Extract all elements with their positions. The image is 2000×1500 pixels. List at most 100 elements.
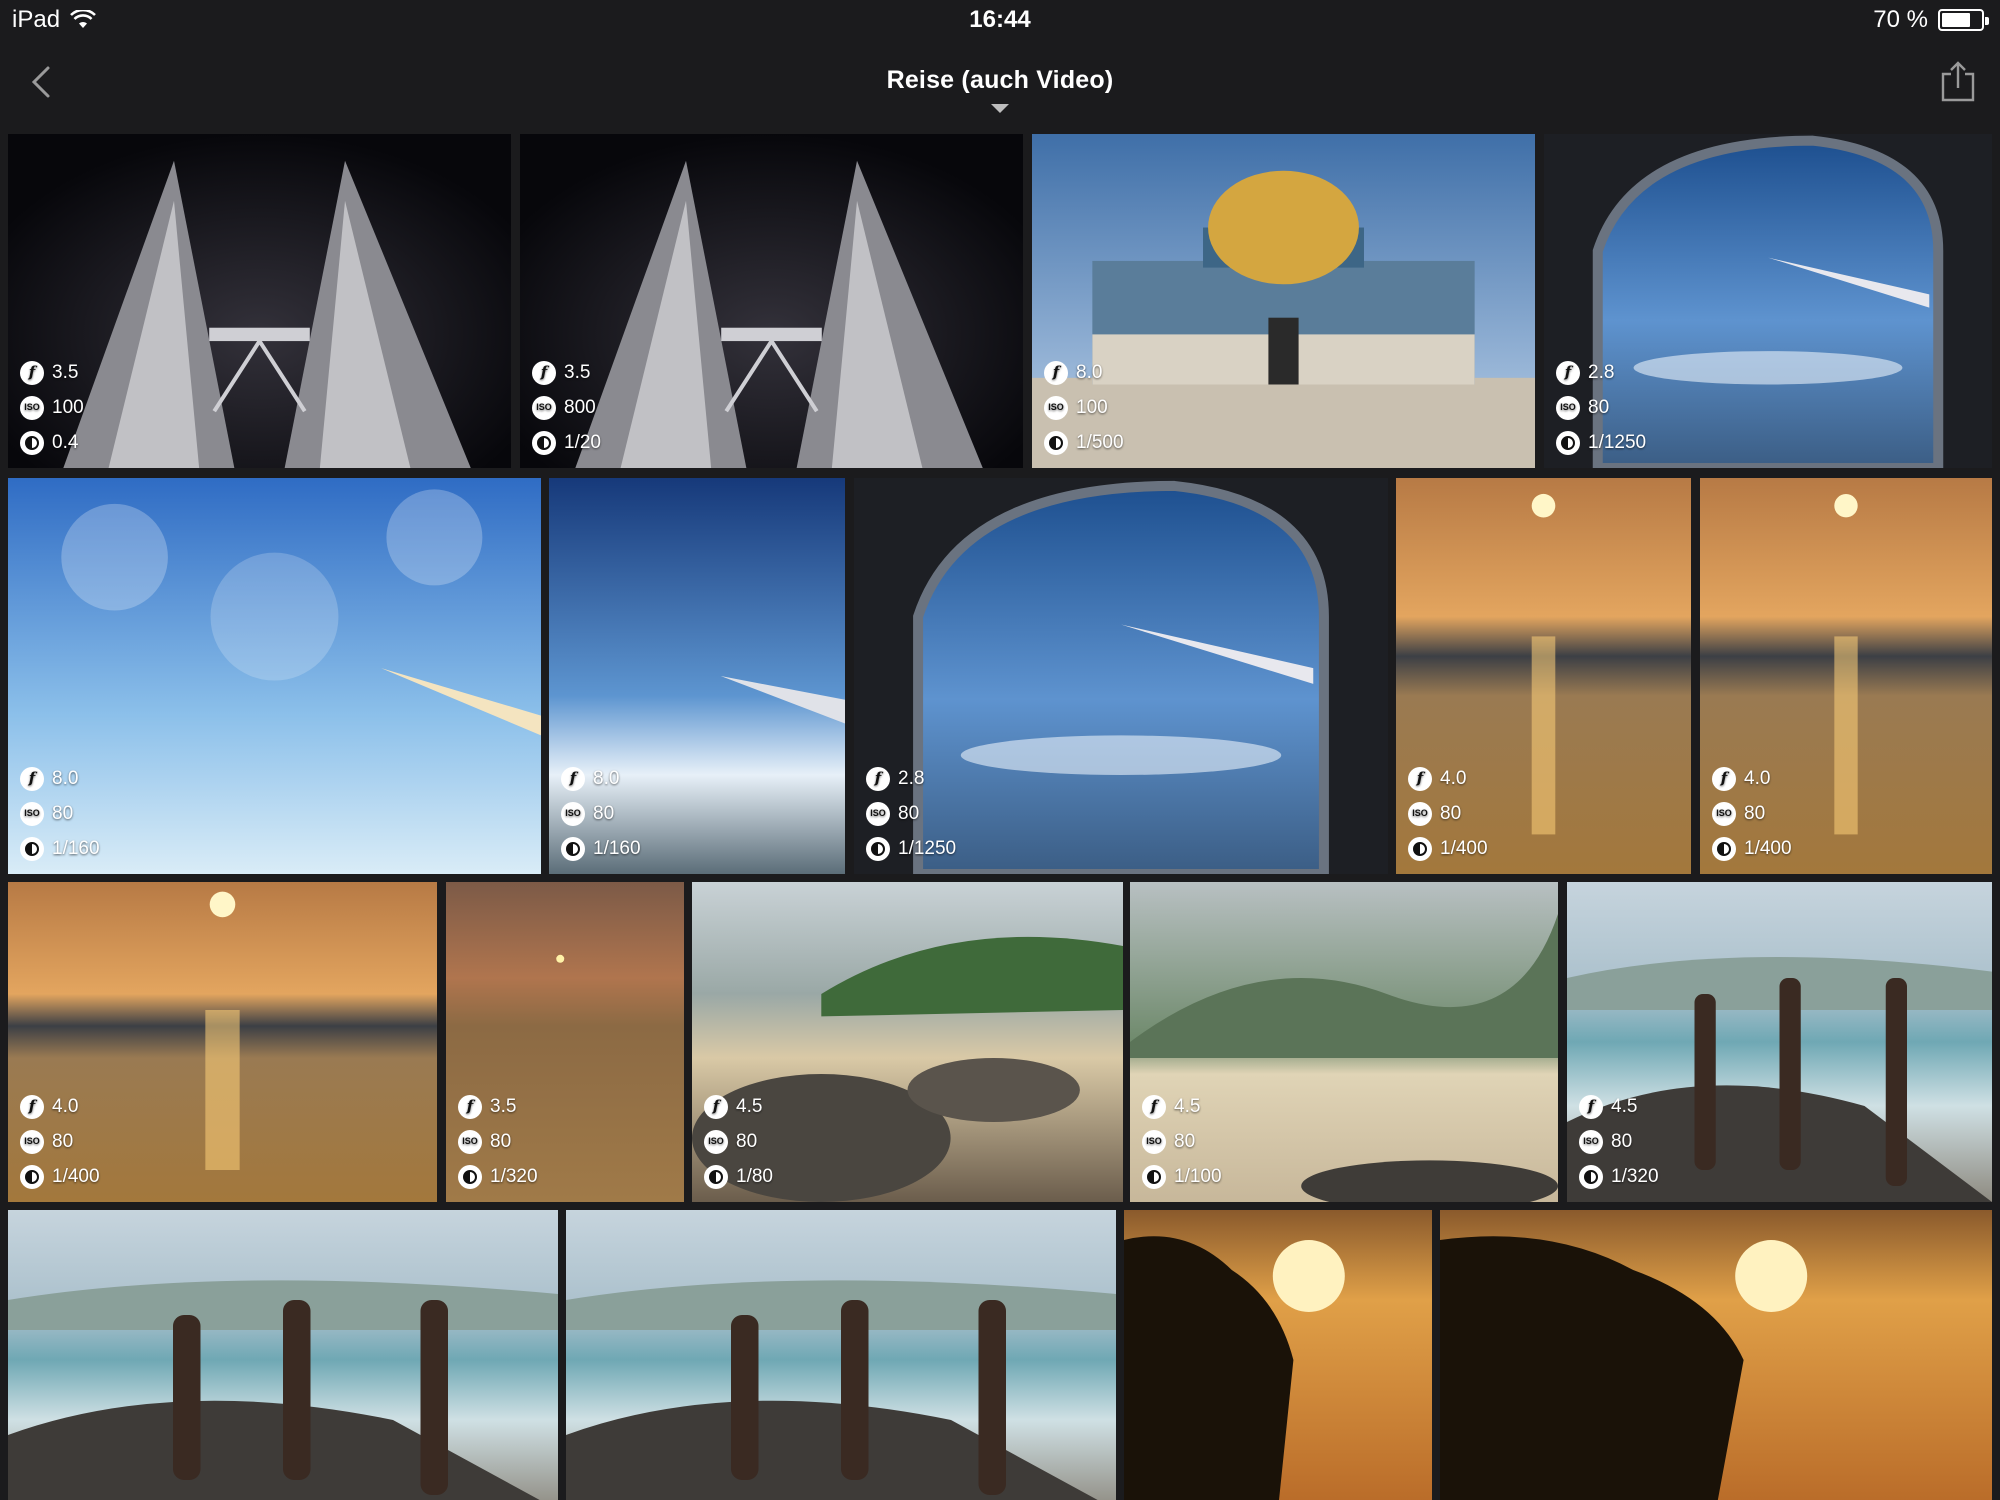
aperture-icon: f [1579,1094,1603,1119]
exif-overlay: f 4.0 ISO 80 1/400 [1712,761,1792,866]
aperture-row: f 4.5 [1579,1089,1659,1124]
shutter-row: 1/1250 [866,831,956,866]
aperture-icon: f [866,766,890,791]
aperture-value: 4.0 [1744,768,1771,789]
shutter-row: 1/500 [1044,425,1124,460]
iso-value: 80 [593,803,615,824]
shutter-icon [704,1164,728,1189]
photo-tile[interactable]: f 2.8 ISO 80 1/1250 [854,478,1388,874]
iso-row: ISO 80 [561,796,641,831]
photo-tile[interactable]: f 4.5 ISO 80 1/80 [692,882,1123,1202]
aperture-row: f 3.5 [20,355,84,390]
aperture-row: f 4.0 [20,1089,100,1124]
aperture-row: f 8.0 [1044,355,1124,390]
photo-tile[interactable]: f 4.5 ISO 80 1/100 [1130,882,1558,1202]
aperture-row: f 2.8 [1556,355,1646,390]
photo-tile[interactable]: f 8.0 ISO 80 1/160 [8,478,541,874]
iso-row: ISO 800 [532,390,601,425]
shutter-value: 1/320 [490,1166,538,1187]
iso-value: 800 [564,397,596,418]
aperture-value: 4.5 [1174,1096,1201,1117]
photo-tile[interactable]: f 3.5 ISO 800 1/20 [520,134,1023,468]
photo-tile[interactable]: f 3.5 ISO 80 1/320 [446,882,684,1202]
shutter-row: 1/320 [458,1159,538,1194]
photo-tile[interactable]: f 4.5 ISO 80 1/320 [1567,882,1992,1202]
iso-value: 80 [1588,397,1610,418]
shutter-value: 0.4 [52,432,79,453]
iso-icon: ISO [458,1129,482,1154]
shutter-value: 1/80 [736,1166,773,1187]
shutter-icon [20,430,44,455]
aperture-row: f 4.0 [1408,761,1488,796]
photo-tile[interactable]: f 2.8 ISO 80 1/1250 [1544,134,1992,468]
aperture-icon: f [532,360,556,385]
shutter-icon [866,836,890,861]
iso-row: ISO 80 [20,796,100,831]
battery-fill [1942,13,1970,27]
iso-value: 80 [490,1131,512,1152]
exif-overlay: f 2.8 ISO 80 1/1250 [866,761,956,866]
photo-tile[interactable]: f 8.0 ISO 80 1/160 [549,478,845,874]
aperture-value: 4.5 [736,1096,763,1117]
shutter-row: 1/400 [1408,831,1488,866]
shutter-value: 1/400 [52,1166,100,1187]
exif-overlay: f 4.5 ISO 80 1/80 [704,1089,773,1194]
shutter-row: 0.4 [20,425,84,460]
aperture-value: 3.5 [490,1096,517,1117]
shutter-row: 1/400 [1712,831,1792,866]
iso-row: ISO 100 [20,390,84,425]
shutter-value: 1/320 [1611,1166,1659,1187]
aperture-value: 4.0 [52,1096,79,1117]
aperture-row: f 4.5 [1142,1089,1222,1124]
photo-tile[interactable] [1440,1210,1992,1500]
exif-overlay: f 4.5 ISO 80 1/100 [1142,1089,1222,1194]
shutter-value: 1/1250 [898,838,957,859]
iso-icon: ISO [1408,801,1432,826]
aperture-row: f 3.5 [532,355,601,390]
status-bar: iPad 16:44 70 % [0,0,2000,40]
photo-tile[interactable]: f 3.5 ISO 100 0.4 [8,134,511,468]
chevron-down-icon[interactable] [991,104,1009,113]
photo-tile[interactable]: f 4.0 ISO 80 1/400 [1700,478,1992,874]
album-title-wrap: Reise (auch Video) [0,66,2000,95]
aperture-row: f 4.0 [1712,761,1792,796]
iso-icon: ISO [1044,395,1068,420]
photo-thumbnail [1440,1210,1992,1500]
photo-tile[interactable]: f 8.0 ISO 100 1/500 [1032,134,1535,468]
iso-icon: ISO [704,1129,728,1154]
iso-row: ISO 80 [20,1124,100,1159]
iso-row: ISO 80 [866,796,956,831]
status-right: 70 % [1873,6,1989,34]
iso-row: ISO 100 [1044,390,1124,425]
photo-tile[interactable] [566,1210,1116,1500]
aperture-value: 2.8 [1588,362,1615,383]
iso-row: ISO 80 [1556,390,1646,425]
iso-row: ISO 80 [1712,796,1792,831]
photo-tile[interactable] [8,1210,558,1500]
exif-overlay: f 4.5 ISO 80 1/320 [1579,1089,1659,1194]
aperture-value: 4.5 [1611,1096,1638,1117]
photo-tile[interactable]: f 4.0 ISO 80 1/400 [1396,478,1691,874]
status-time: 16:44 [969,6,1031,33]
iso-row: ISO 80 [1408,796,1488,831]
exif-overlay: f 3.5 ISO 100 0.4 [20,355,84,460]
shutter-icon [1044,430,1068,455]
shutter-icon [20,836,44,861]
shutter-icon [561,836,585,861]
aperture-icon: f [458,1094,482,1119]
album-title[interactable]: Reise (auch Video) [887,66,1114,95]
shutter-value: 1/160 [593,838,641,859]
shutter-icon [532,430,556,455]
battery-icon [1938,9,1989,31]
share-button[interactable] [1938,60,1978,104]
shutter-row: 1/160 [561,831,641,866]
battery-percent: 70 % [1873,6,1928,33]
photo-tile[interactable]: f 4.0 ISO 80 1/400 [8,882,437,1202]
aperture-icon: f [20,766,44,791]
aperture-value: 4.0 [1440,768,1467,789]
iso-value: 80 [736,1131,758,1152]
photo-tile[interactable] [1124,1210,1432,1500]
iso-value: 80 [898,803,920,824]
aperture-icon: f [1556,360,1580,385]
iso-icon: ISO [1556,395,1580,420]
